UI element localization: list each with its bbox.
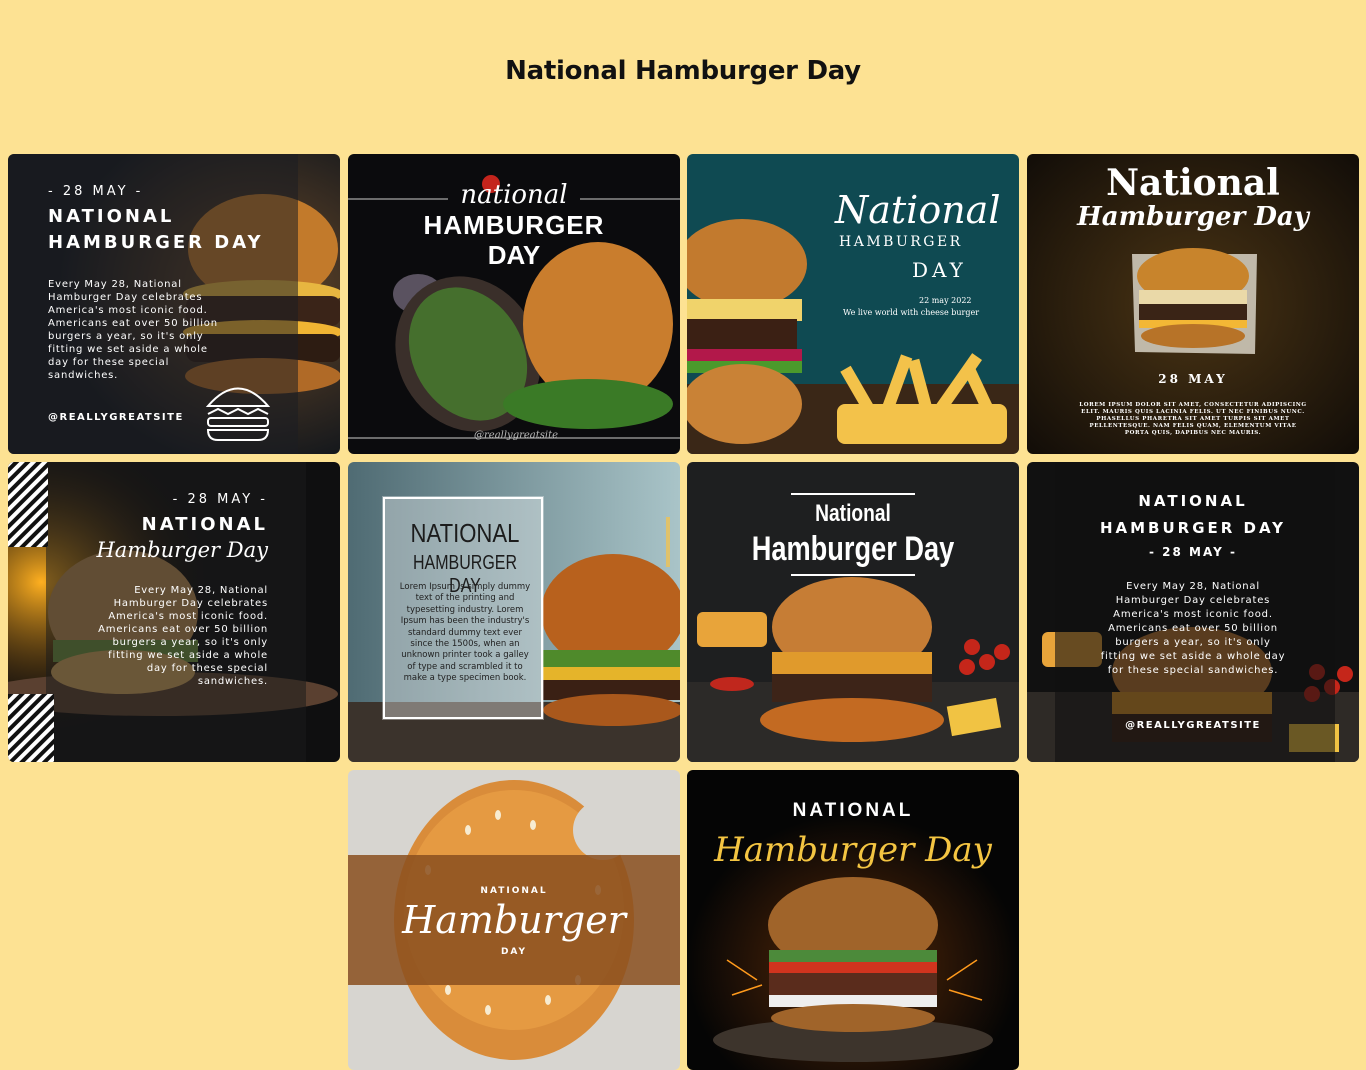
- card-9-line1: NATIONAL: [480, 886, 548, 896]
- card-10-script-line: Hamburger Day: [714, 830, 992, 870]
- card-6-line1: NATIONAL: [410, 518, 520, 548]
- gallery-card-6[interactable]: NATIONAL HAMBURGER DAY Lorem Ipsum is si…: [348, 462, 680, 762]
- burger-outline-icon: [205, 387, 271, 441]
- card-8-body: Every May 28, National Hamburger Day cel…: [1100, 581, 1286, 676]
- card-9-script-line: Hamburger: [402, 898, 626, 942]
- card-1-title-line2: HAMBURGER DAY: [48, 232, 264, 253]
- card-7-line1: National: [815, 500, 891, 527]
- gallery-card-10[interactable]: NATIONAL Hamburger Day: [687, 770, 1019, 1070]
- card-3-line2: DAY: [912, 258, 967, 282]
- gallery-card-7[interactable]: National Hamburger Day: [687, 462, 1019, 762]
- card-3-script-word: National: [835, 188, 1001, 232]
- card-8-date: - 28 MAY -: [1149, 545, 1237, 559]
- card-9-line2: DAY: [500, 947, 528, 957]
- card-3-line1: HAMBURGER: [839, 234, 963, 250]
- card-1-handle: @REALLYGREATSITE: [48, 412, 184, 423]
- card-4-body: LOREM IPSUM DOLOR SIT AMET, CONSECTETUR …: [1079, 402, 1307, 436]
- card-8-line1: NATIONAL: [1138, 492, 1248, 510]
- card-5-date: - 28 MAY -: [172, 492, 268, 507]
- card-10-line1: NATIONAL: [792, 800, 914, 821]
- card-3-tagline: We live world with cheese burger: [843, 308, 980, 317]
- gallery-card-9[interactable]: NATIONAL Hamburger DAY: [348, 770, 680, 1070]
- card-8-handle: @REALLYGREATSITE: [1125, 720, 1261, 731]
- card-2-handle: @reallygreatsite: [474, 430, 559, 441]
- card-1-title-line1: NATIONAL: [48, 206, 175, 227]
- card-7-line2: Hamburger Day: [751, 530, 955, 568]
- card-5-line1: NATIONAL: [141, 514, 268, 535]
- page-title: National Hamburger Day: [505, 56, 861, 86]
- card-3-date: 22 may 2022: [919, 296, 972, 305]
- card-1-body: Every May 28, National Hamburger Day cel…: [48, 279, 218, 381]
- card-5-body: Every May 28, National Hamburger Day cel…: [98, 585, 268, 687]
- card-4-script-line: Hamburger Day: [1077, 202, 1309, 232]
- card-4-line1: National: [1106, 162, 1280, 204]
- card-4-date: 28 MAY: [1158, 372, 1228, 386]
- gallery-card-5[interactable]: - 28 MAY - NATIONAL Hamburger Day Every …: [8, 462, 340, 762]
- gallery-card-3[interactable]: National HAMBURGER DAY 22 may 2022 We li…: [687, 154, 1019, 454]
- card-8-line2: HAMBURGER DAY: [1099, 519, 1287, 537]
- gallery-card-4[interactable]: National Hamburger Day 28 MAY LOREM IPSU…: [1027, 154, 1359, 454]
- card-1-date: - 28 MAY -: [48, 184, 144, 199]
- gallery-card-1[interactable]: - 28 MAY - NATIONAL HAMBURGER DAY Every …: [8, 154, 340, 454]
- card-2-line1: HAMBURGER: [423, 210, 605, 240]
- card-2-script-word: national: [460, 180, 568, 210]
- gallery-card-2[interactable]: national HAMBURGER DAY @reallygreatsite: [348, 154, 680, 454]
- card-5-script-line: Hamburger Day: [96, 538, 268, 562]
- card-2-line2: DAY: [487, 240, 541, 270]
- gallery-card-8[interactable]: NATIONAL HAMBURGER DAY - 28 MAY - Every …: [1027, 462, 1359, 762]
- card-6-body: Lorem Ipsum is simply dummy text of the …: [399, 582, 531, 684]
